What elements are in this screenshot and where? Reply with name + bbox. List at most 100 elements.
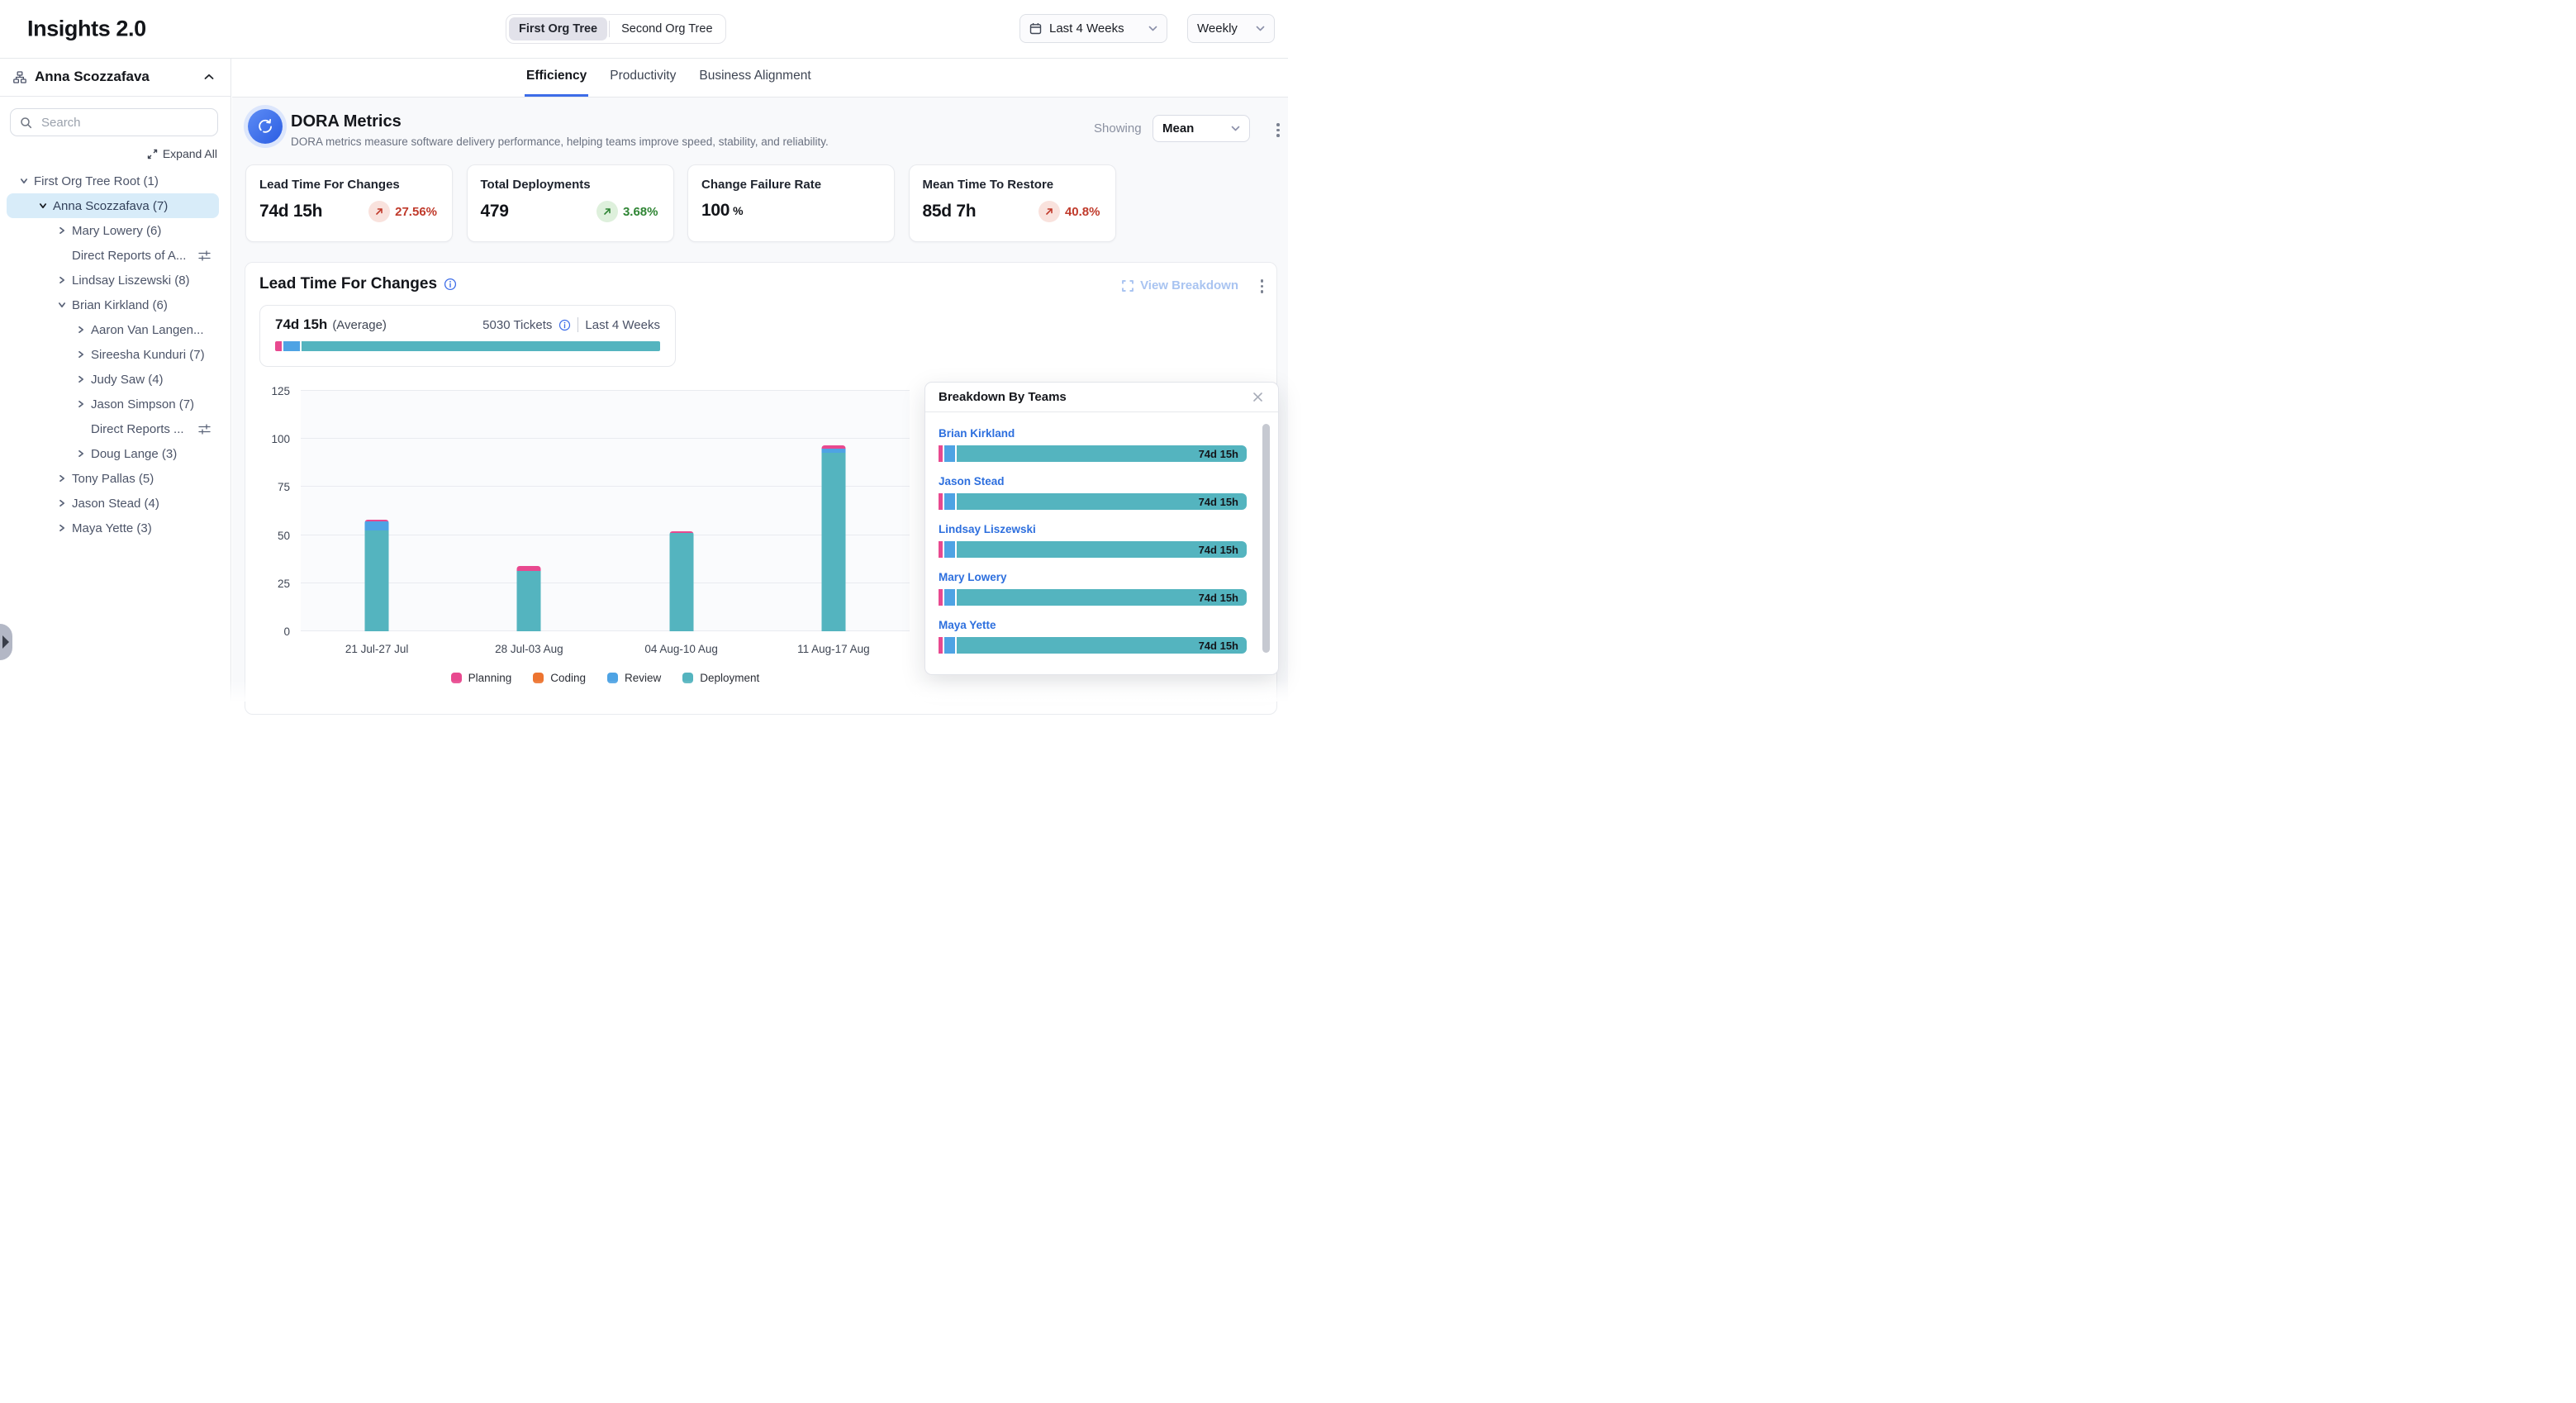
org-tree-option[interactable]: Second Org Tree: [611, 17, 722, 40]
tree-item[interactable]: Judy Saw (4): [7, 367, 219, 392]
info-icon[interactable]: [444, 278, 457, 291]
metric-card-title: Lead Time For Changes: [259, 178, 439, 192]
chart-kebab-menu[interactable]: [1259, 278, 1266, 295]
tree-item-label: Aaron Van Langen...: [91, 323, 204, 337]
x-axis-tick-label: 28 Jul-03 Aug: [495, 643, 563, 655]
granularity-value: Weekly: [1197, 21, 1238, 36]
org-tree: First Org Tree Root (1) Anna Scozzafava (…: [0, 169, 231, 540]
delta-badge: 3.68%: [596, 201, 658, 222]
tree-item[interactable]: Direct Reports of A...: [7, 243, 219, 268]
chevron-down-icon[interactable]: [20, 177, 28, 185]
stacked-bar: [821, 445, 845, 631]
showing-label: Showing: [1094, 121, 1142, 136]
info-icon[interactable]: [558, 319, 571, 331]
chevron-right-icon[interactable]: [58, 524, 66, 532]
chevron-right-icon[interactable]: [77, 400, 85, 408]
team-name-link[interactable]: Lindsay Liszewski: [939, 523, 1036, 535]
showing-select[interactable]: Mean: [1153, 115, 1250, 142]
tree-item[interactable]: Mary Lowery (6): [7, 218, 219, 243]
team-lead-time-value: 74d 15h: [1199, 448, 1238, 460]
expand-corners-icon: [1122, 280, 1134, 292]
tree-item-label: Maya Yette (3): [72, 521, 152, 535]
top-bar: Insights 2.0 First Org TreeSecond Org Tr…: [0, 0, 1288, 59]
org-tree-option[interactable]: First Org Tree: [509, 17, 607, 40]
tree-item[interactable]: Aaron Van Langen...: [7, 317, 219, 342]
dora-section-title: DORA Metrics: [291, 112, 402, 131]
tab-efficiency[interactable]: Efficiency: [525, 58, 588, 97]
tree-item-label: First Org Tree Root (1): [34, 174, 159, 188]
dora-kebab-menu[interactable]: [1275, 121, 1281, 139]
filter-sliders-icon[interactable]: [198, 250, 211, 261]
chevron-right-icon[interactable]: [77, 449, 85, 458]
phase-segment-planning: [275, 341, 282, 351]
panel-scrollbar-thumb[interactable]: [1262, 424, 1270, 653]
tree-item-label: Mary Lowery (6): [72, 224, 161, 238]
team-breakdown-row: Jason Stead 74d 15h: [939, 474, 1247, 510]
tree-item[interactable]: Tony Pallas (5): [7, 466, 219, 491]
trend-up-arrow-icon: [1038, 201, 1060, 222]
average-summary-chip: 74d 15h (Average) 5030 Tickets Last 4 We…: [259, 305, 676, 367]
tree-item[interactable]: Anna Scozzafava (7): [7, 193, 219, 218]
chevron-right-icon[interactable]: [58, 474, 66, 483]
chevron-down-icon: [1148, 26, 1157, 31]
tree-item[interactable]: Doug Lange (3): [7, 441, 219, 466]
y-axis-tick-label: 50: [254, 530, 290, 542]
chevron-right-icon[interactable]: [58, 226, 66, 235]
bar-segment-deployment: [669, 533, 693, 631]
expand-all-button[interactable]: Expand All: [147, 147, 217, 160]
chevron-right-icon[interactable]: [58, 499, 66, 507]
metric-card-title: Total Deployments: [481, 178, 660, 192]
chevron-up-icon[interactable]: [201, 70, 217, 83]
chart-legend: PlanningCodingReviewDeployment: [301, 672, 910, 684]
y-axis-tick-label: 25: [254, 578, 290, 590]
team-lead-time-bar: 74d 15h: [939, 637, 1247, 654]
phase-segment-deployment: [302, 341, 660, 351]
tree-item[interactable]: Maya Yette (3): [7, 516, 219, 540]
average-value: 74d 15h: [275, 316, 327, 333]
date-range-select[interactable]: Last 4 Weeks: [1019, 14, 1167, 43]
team-name-link[interactable]: Maya Yette: [939, 619, 996, 631]
chevron-right-icon[interactable]: [77, 326, 85, 334]
metric-card-value: 479: [481, 202, 509, 221]
tree-item[interactable]: Brian Kirkland (6): [7, 292, 219, 317]
dora-section-description: DORA metrics measure software delivery p…: [291, 136, 829, 148]
view-breakdown-button[interactable]: View Breakdown: [1122, 278, 1238, 292]
trend-up-arrow-icon: [596, 201, 618, 222]
tree-item[interactable]: Direct Reports ...: [7, 416, 219, 441]
tree-item[interactable]: Sireesha Kunduri (7): [7, 342, 219, 367]
chevron-right-icon[interactable]: [77, 350, 85, 359]
team-breakdown-row: Mary Lowery 74d 15h: [939, 570, 1247, 606]
team-lead-time-bar: 74d 15h: [939, 493, 1247, 510]
tree-item-label: Doug Lange (3): [91, 447, 177, 461]
tree-item[interactable]: First Org Tree Root (1): [7, 169, 219, 193]
tree-item-label: Anna Scozzafava (7): [53, 199, 168, 213]
search-icon: [20, 117, 32, 129]
sidebar-collapse-handle[interactable]: [0, 624, 12, 660]
gridline: [301, 390, 910, 391]
team-lead-time-value: 74d 15h: [1199, 544, 1238, 556]
tab-business-alignment[interactable]: Business Alignment: [697, 58, 812, 97]
filter-sliders-icon[interactable]: [198, 424, 211, 435]
tree-item[interactable]: Lindsay Liszewski (8): [7, 268, 219, 292]
search-input[interactable]: [40, 115, 208, 131]
tree-item[interactable]: Jason Stead (4): [7, 491, 219, 516]
close-icon[interactable]: [1251, 390, 1265, 404]
metric-card-value-row: 479 3.68%: [481, 201, 660, 222]
chevron-down-icon[interactable]: [39, 202, 47, 210]
tab-productivity[interactable]: Productivity: [608, 58, 677, 97]
team-lead-time-bar: 74d 15h: [939, 589, 1247, 606]
org-tree-sidebar: Anna Scozzafava Expand All First Org Tre…: [0, 58, 231, 702]
team-name-link[interactable]: Brian Kirkland: [939, 427, 1015, 440]
granularity-select[interactable]: Weekly: [1187, 14, 1275, 43]
chevron-right-icon[interactable]: [77, 375, 85, 383]
chevron-right-icon[interactable]: [58, 276, 66, 284]
team-name-link[interactable]: Mary Lowery: [939, 571, 1007, 583]
tree-item-label: Judy Saw (4): [91, 373, 164, 387]
team-lead-time-value: 74d 15h: [1199, 496, 1238, 508]
team-name-link[interactable]: Jason Stead: [939, 475, 1005, 487]
bar-segment-review: [944, 589, 955, 606]
tree-item[interactable]: Jason Simpson (7): [7, 392, 219, 416]
chevron-down-icon[interactable]: [58, 301, 66, 309]
tree-item-label: Direct Reports of A...: [72, 249, 186, 263]
metric-card-unit: %: [733, 204, 743, 217]
